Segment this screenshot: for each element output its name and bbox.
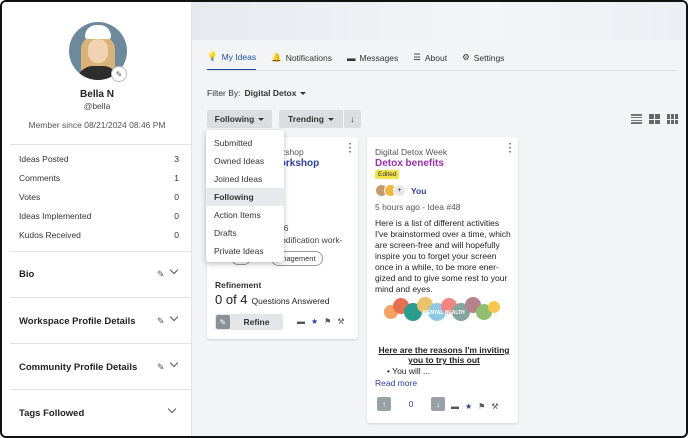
menu-icon: ☰ bbox=[413, 52, 421, 62]
comment-icon[interactable]: ▬ bbox=[297, 317, 305, 326]
card-meta: 5 hours ago - Idea #48 bbox=[375, 202, 461, 212]
profile-name: Bella N bbox=[80, 89, 114, 100]
caret-down-icon bbox=[258, 117, 265, 121]
card-actions: ▬ ★ ⚑ ⚒ bbox=[451, 402, 499, 411]
tab-about[interactable]: ☰ About bbox=[413, 51, 447, 71]
edit-icon[interactable]: ✎ bbox=[157, 362, 165, 373]
divider bbox=[10, 297, 192, 298]
stat-row: Ideas Posted 3 bbox=[19, 154, 179, 164]
section-bio[interactable]: Bio bbox=[19, 269, 34, 280]
tab-my-ideas[interactable]: 💡 My Ideas bbox=[207, 51, 257, 71]
list-view-icon[interactable] bbox=[631, 114, 642, 124]
refine-button[interactable]: ✎ Refine bbox=[215, 314, 283, 330]
stat-row: Ideas Implemented 0 bbox=[19, 211, 179, 221]
divider bbox=[10, 251, 192, 252]
section-workspace-profile[interactable]: Workspace Profile Details bbox=[19, 316, 136, 327]
trending-sort-button[interactable]: Trending bbox=[279, 110, 343, 128]
refinement-score: 0 of 4 Questions Answered bbox=[215, 292, 330, 307]
tab-messages[interactable]: ▬ Messages bbox=[347, 51, 398, 71]
divider bbox=[10, 343, 192, 344]
arrow-down-icon: ↓ bbox=[350, 114, 355, 124]
art-caption: MENTAL HEALTH bbox=[423, 310, 465, 316]
edit-avatar-icon[interactable]: ✎ bbox=[111, 66, 127, 82]
menu-item-joined-ideas[interactable]: Joined Ideas bbox=[206, 170, 284, 188]
view-switcher bbox=[631, 114, 678, 124]
card-body: odification work- bbox=[281, 235, 343, 245]
gear-icon: ⚙ bbox=[462, 52, 470, 62]
menu-item-private-ideas[interactable]: Private Ideas bbox=[206, 242, 284, 260]
author-list[interactable]: + You bbox=[375, 184, 426, 197]
caret-down-icon[interactable] bbox=[300, 92, 307, 96]
flag-icon[interactable]: ⚑ bbox=[324, 317, 331, 326]
following-dropdown-menu: Submitted Owned Ideas Joined Ideas Follo… bbox=[206, 130, 284, 262]
sort-direction-button[interactable]: ↓ bbox=[344, 110, 361, 128]
vote-control: ↑ 0 ↓ bbox=[377, 397, 445, 411]
tab-notifications[interactable]: 🔔 Notifications bbox=[271, 51, 332, 71]
lightbulb-icon: 💡 bbox=[207, 51, 218, 61]
menu-item-drafts[interactable]: Drafts bbox=[206, 224, 284, 242]
tile-view-icon[interactable] bbox=[649, 114, 660, 124]
grid-view-icon[interactable] bbox=[667, 114, 678, 124]
star-icon[interactable]: ★ bbox=[465, 402, 472, 411]
section-tags-followed[interactable]: Tags Followed bbox=[19, 408, 84, 419]
menu-item-action-items[interactable]: Action Items bbox=[206, 206, 284, 224]
downvote-button[interactable]: ↓ bbox=[431, 397, 445, 411]
card-highlight: Here are the reasons I'm inviting you to… bbox=[378, 345, 510, 365]
read-more-link[interactable]: Read more bbox=[375, 378, 417, 388]
card-bullet: • You will ... bbox=[387, 366, 431, 376]
menu-item-submitted[interactable]: Submitted bbox=[206, 134, 284, 152]
stat-row: Kudos Received 0 bbox=[19, 230, 179, 240]
card-actions: ▬ ★ ⚑ ⚒ bbox=[297, 317, 345, 326]
app-window: ✎ Bella N @bella Member since 08/21/2024… bbox=[0, 0, 688, 438]
header-banner bbox=[192, 2, 686, 40]
edit-icon[interactable]: ✎ bbox=[157, 269, 165, 280]
chevron-down-icon[interactable] bbox=[169, 265, 178, 275]
chevron-down-icon[interactable] bbox=[167, 404, 177, 414]
upvote-button[interactable]: ↑ bbox=[377, 397, 391, 411]
card-title[interactable]: Detox benefits bbox=[375, 158, 444, 169]
gavel-icon[interactable]: ⚒ bbox=[491, 402, 498, 411]
card-category: Digital Detox Week bbox=[375, 147, 448, 157]
divider bbox=[10, 389, 192, 390]
mental-health-illustration: MENTAL HEALTH bbox=[384, 297, 500, 321]
divider bbox=[10, 144, 192, 145]
chevron-down-icon[interactable] bbox=[169, 358, 178, 368]
vote-count: 0 bbox=[408, 399, 414, 409]
more-options-icon[interactable]: · · · bbox=[349, 140, 352, 158]
star-icon[interactable]: ★ bbox=[311, 317, 318, 326]
author-name[interactable]: You bbox=[411, 186, 426, 196]
flag-icon[interactable]: ⚑ bbox=[478, 402, 485, 411]
following-dropdown-button[interactable]: Following bbox=[207, 110, 272, 128]
message-icon: ▬ bbox=[347, 52, 356, 63]
gavel-icon[interactable]: ⚒ bbox=[337, 317, 344, 326]
idea-card[interactable]: · · · Digital Detox Week Detox benefits Ed… bbox=[367, 137, 518, 423]
tab-bar: 💡 My Ideas 🔔 Notifications ▬ Messages ☰ Abou… bbox=[207, 51, 504, 71]
section-community-profile[interactable]: Community Profile Details bbox=[19, 362, 137, 373]
tab-underline bbox=[207, 70, 677, 71]
profile-handle: @bella bbox=[83, 101, 111, 111]
comment-icon[interactable]: ▬ bbox=[451, 402, 459, 411]
menu-item-owned-ideas[interactable]: Owned Ideas bbox=[206, 152, 284, 170]
stat-row: Votes 0 bbox=[19, 192, 179, 202]
chevron-down-icon[interactable] bbox=[169, 312, 178, 322]
menu-item-following[interactable]: Following bbox=[206, 188, 284, 206]
edited-badge: Edited bbox=[375, 170, 400, 179]
bell-icon: 🔔 bbox=[271, 52, 282, 62]
refinement-label: Refinement bbox=[215, 280, 262, 290]
stat-row: Comments 1 bbox=[19, 173, 179, 183]
filter-bar: Filter By: Digital Detox bbox=[207, 88, 307, 98]
member-since: Member since 08/21/2024 08:46 PM bbox=[28, 120, 166, 130]
tab-settings[interactable]: ⚙ Settings bbox=[462, 51, 504, 71]
card-body: Here is a list of different activities I… bbox=[375, 218, 511, 294]
more-options-icon[interactable]: · · · bbox=[509, 140, 512, 158]
pencil-icon: ✎ bbox=[216, 315, 230, 329]
more-authors-icon: + bbox=[393, 184, 406, 197]
filter-select[interactable]: Digital Detox bbox=[245, 88, 297, 98]
edit-icon[interactable]: ✎ bbox=[157, 316, 165, 327]
caret-down-icon bbox=[327, 117, 334, 121]
profile-panel: ✎ Bella N @bella Member since 08/21/2024… bbox=[2, 2, 192, 436]
